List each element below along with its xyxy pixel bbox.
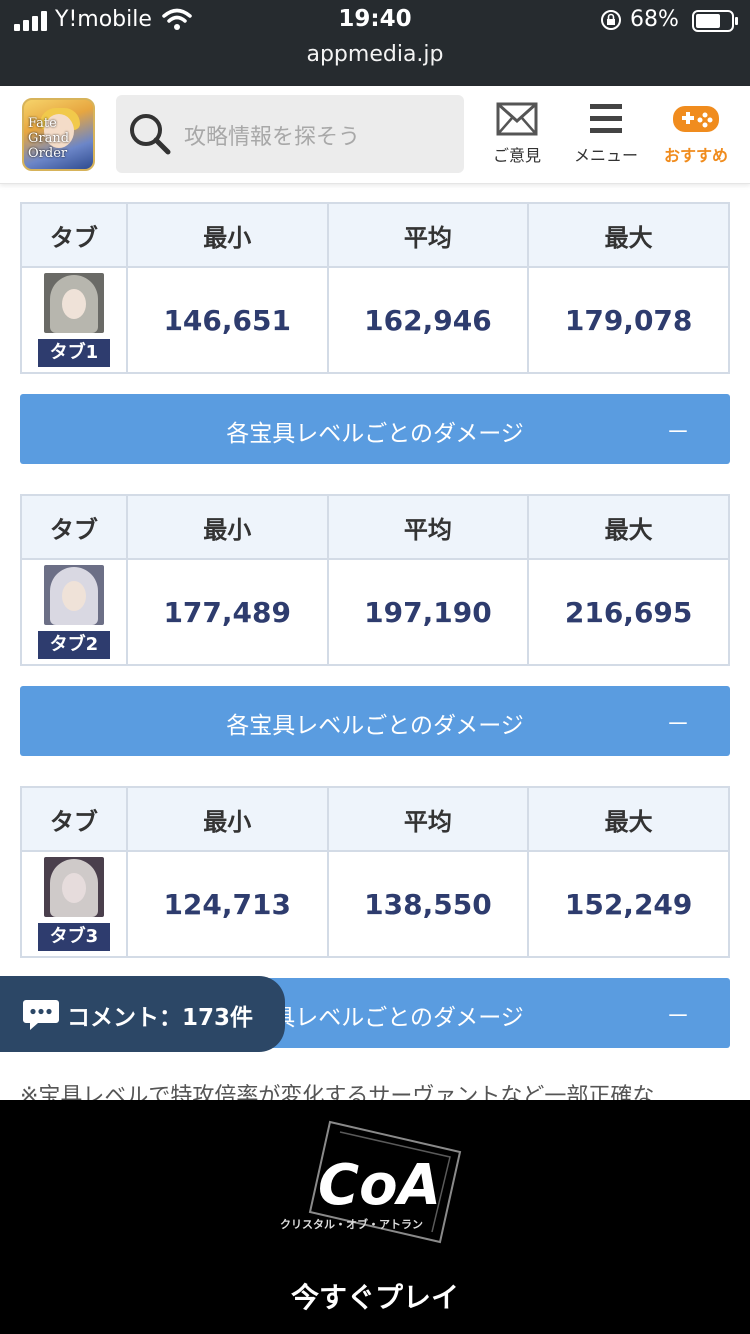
menu-label: メニュー <box>573 146 638 165</box>
tab-badge: タブ1 <box>37 339 110 367</box>
damage-by-np-level-toggle[interactable]: 各宝具レベルごとのダメージ － <box>20 686 730 756</box>
max-value: 179,078 <box>527 266 730 374</box>
chat-bubble-icon <box>23 1000 59 1030</box>
table-row: タブ3 124,713 138,550 152,249 <box>20 850 730 958</box>
status-bar: Y!mobile 19:40 68% <box>0 0 750 42</box>
browser-top-bar: Y!mobile 19:40 68% appmedia.jp <box>0 0 750 86</box>
avg-value: 197,190 <box>326 558 530 666</box>
tab-badge: タブ3 <box>37 923 110 951</box>
table-row: タブ2 177,489 197,190 216,695 <box>20 558 730 666</box>
header-min: 最小 <box>125 786 329 852</box>
accordion-label: 各宝具レベルごとのダメージ <box>226 713 524 739</box>
damage-table: タブ 最小 平均 最大 タブ3 124,713 138,550 152,249 <box>20 786 730 958</box>
header-tab: タブ <box>20 494 128 560</box>
recommend-button[interactable]: おすすめ <box>653 96 739 174</box>
header-tab: タブ <box>20 202 128 268</box>
header-avg: 平均 <box>326 202 530 268</box>
comment-button[interactable]: コメント：173件 <box>0 976 285 1052</box>
servant-icon[interactable]: タブ1 <box>37 271 110 369</box>
servant-portrait <box>43 273 104 333</box>
table-row: タブ1 146,651 162,946 179,078 <box>20 266 730 374</box>
search-input[interactable]: 攻略情報を探そう <box>116 95 464 173</box>
battery-percent: 68% <box>630 7 679 32</box>
max-value: 152,249 <box>527 850 730 958</box>
ad-subtitle: クリスタル・オブ・アトラン <box>280 1217 423 1231</box>
min-value: 177,489 <box>125 558 329 666</box>
servant-icon[interactable]: タブ2 <box>37 563 110 661</box>
min-value: 146,651 <box>125 266 329 374</box>
table-header-row: タブ 最小 平均 最大 <box>20 786 730 852</box>
damage-table: タブ 最小 平均 最大 タブ1 146,651 162,946 179,078 <box>20 202 730 374</box>
avg-value: 162,946 <box>326 266 530 374</box>
header-avg: 平均 <box>326 786 530 852</box>
min-value: 124,713 <box>125 850 329 958</box>
header-max: 最大 <box>527 202 730 268</box>
hamburger-icon <box>590 104 622 133</box>
logo-text: Fate Grand Order <box>28 116 70 161</box>
tab-cell: タブ1 <box>20 266 128 374</box>
url-bar[interactable]: appmedia.jp <box>0 42 750 67</box>
table-header-row: タブ 最小 平均 最大 <box>20 202 730 268</box>
collapse-icon: － <box>666 710 690 738</box>
header-avg: 平均 <box>326 494 530 560</box>
menu-button[interactable]: メニュー <box>563 96 649 174</box>
damage-by-np-level-toggle[interactable]: 各宝具レベルごとのダメージ － <box>20 394 730 464</box>
search-placeholder: 攻略情報を探そう <box>184 125 361 150</box>
accordion-label: 各宝具レベルごとのダメージ <box>226 421 524 447</box>
battery-icon <box>692 10 738 32</box>
footnote-text: ※宝具レベルで特攻倍率が変化するサーヴァントなど一部正確な <box>20 1084 655 1102</box>
collapse-icon: － <box>666 1002 690 1030</box>
damage-table: タブ 最小 平均 最大 タブ2 177,489 197,190 216,695 <box>20 494 730 666</box>
tab-cell: タブ2 <box>20 558 128 666</box>
table-header-row: タブ 最小 平均 最大 <box>20 494 730 560</box>
tab-cell: タブ3 <box>20 850 128 958</box>
mail-icon <box>496 102 538 136</box>
ad-title: CoA <box>318 1153 441 1218</box>
comment-count-label: コメント：173件 <box>67 1005 254 1031</box>
max-value: 216,695 <box>527 558 730 666</box>
servant-icon[interactable]: タブ3 <box>37 855 110 953</box>
app-logo[interactable]: Fate Grand Order <box>22 98 95 171</box>
collapse-icon: － <box>666 418 690 446</box>
servant-portrait <box>43 857 104 917</box>
ad-banner[interactable]: CoA クリスタル・オブ・アトラン 今すぐプレイ <box>0 1100 750 1334</box>
coa-logo: CoA クリスタル・オブ・アトラン <box>280 1120 462 1244</box>
tab-badge: タブ2 <box>37 631 110 659</box>
header-min: 最小 <box>125 494 329 560</box>
header-max: 最大 <box>527 786 730 852</box>
header-tab: タブ <box>20 786 128 852</box>
feedback-label: ご意見 <box>492 146 541 165</box>
recommend-label: おすすめ <box>663 146 728 165</box>
servant-portrait <box>43 565 104 625</box>
gamepad-icon <box>673 106 719 132</box>
feedback-button[interactable]: ご意見 <box>474 96 560 174</box>
header-min: 最小 <box>125 202 329 268</box>
header-max: 最大 <box>527 494 730 560</box>
search-icon <box>130 114 171 155</box>
rotation-lock-icon <box>601 10 621 30</box>
avg-value: 138,550 <box>326 850 530 958</box>
site-header: Fate Grand Order 攻略情報を探そう ご意見 メニュー おすすめ <box>0 86 750 184</box>
ad-play-now[interactable]: 今すぐプレイ <box>0 1276 750 1316</box>
